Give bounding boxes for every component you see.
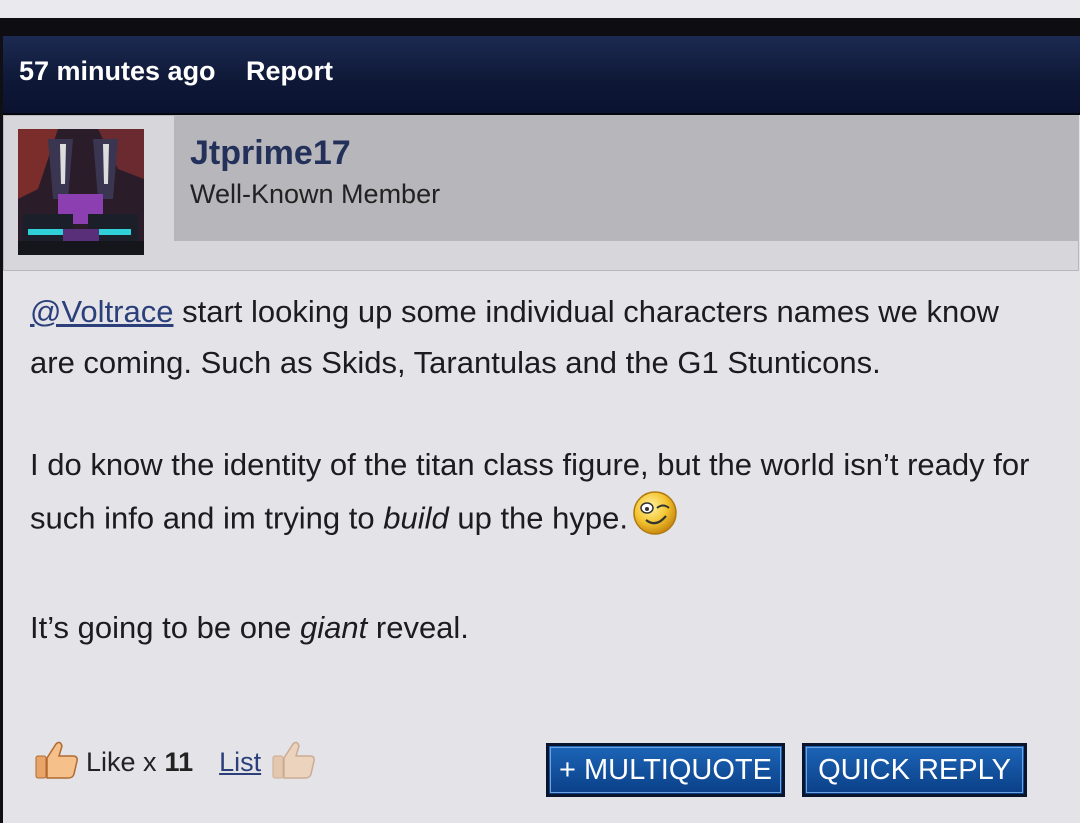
wink-emoji-icon xyxy=(632,490,678,551)
post-divider xyxy=(0,18,1080,36)
likes-bar: Like x 11 List xyxy=(34,740,317,784)
paragraph-3-text-b: reveal. xyxy=(367,610,469,645)
avatar[interactable] xyxy=(18,129,144,255)
post-paragraph-3: It’s going to be one giant reveal. xyxy=(30,602,1040,653)
thumbs-up-icon[interactable] xyxy=(271,738,317,787)
post-timestamp[interactable]: 57 minutes ago xyxy=(19,56,216,87)
quick-reply-button[interactable]: QUICK REPLY xyxy=(802,743,1027,797)
report-link[interactable]: Report xyxy=(246,56,333,87)
paragraph-3-text-a: It’s going to be one xyxy=(30,610,301,645)
paragraph-2-text-b: up the hype. xyxy=(448,500,628,536)
paragraph-1-text: start looking up some individual charact… xyxy=(30,294,999,380)
post-header: 57 minutes ago Report xyxy=(3,36,1080,115)
previous-post-bottom xyxy=(0,0,1080,18)
post-body: @Voltrace start looking up some individu… xyxy=(30,286,1040,653)
likes-list-link[interactable]: List xyxy=(219,747,261,778)
paragraph-3-emphasis: giant xyxy=(300,610,368,645)
author-box: Jtprime17 Well-Known Member xyxy=(3,115,1079,271)
author-user-title: Well-Known Member xyxy=(190,179,441,209)
like-label: Like x xyxy=(86,746,157,777)
multiquote-button[interactable]: + MULTIQUOTE xyxy=(546,743,785,797)
user-mention-link[interactable]: @Voltrace xyxy=(30,294,173,329)
thumbs-up-icon xyxy=(34,738,80,787)
post-paragraph-2: I do know the identity of the titan clas… xyxy=(30,439,1040,551)
like-count: 11 xyxy=(164,746,194,777)
author-username[interactable]: Jtprime17 xyxy=(190,134,351,173)
paragraph-2-emphasis: build xyxy=(383,500,449,536)
post-paragraph-1: @Voltrace start looking up some individu… xyxy=(30,286,1040,388)
